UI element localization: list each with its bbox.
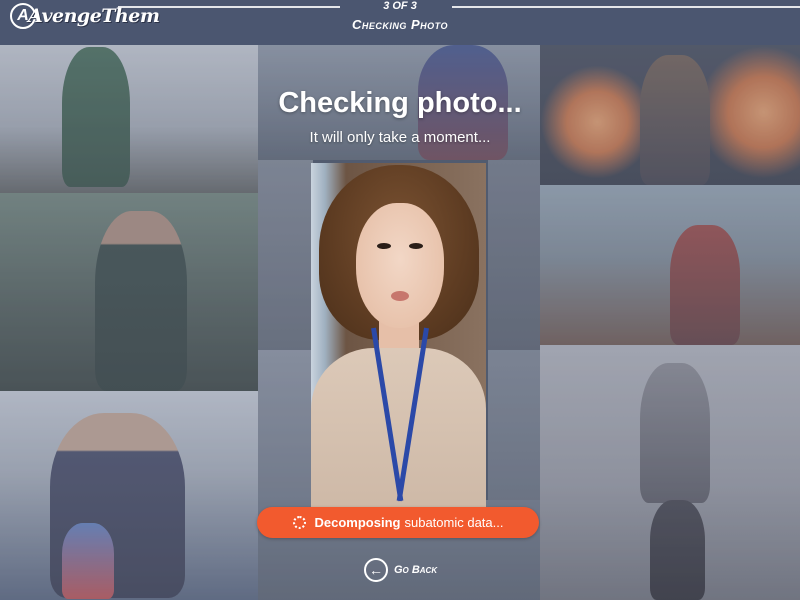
page-title: Checking photo... bbox=[278, 87, 522, 119]
status-strong-text: Decomposing bbox=[314, 515, 401, 530]
step-count: 3 OF 3 bbox=[383, 0, 417, 12]
go-back-button[interactable]: ← Go Back bbox=[364, 556, 437, 584]
go-back-label: Go Back bbox=[394, 564, 438, 576]
header-bar: A AvengeThem 3 OF 3 Checking Photo bbox=[0, 0, 800, 45]
arrow-left-icon: ← bbox=[364, 558, 388, 582]
uploaded-photo bbox=[311, 163, 486, 508]
status-banner: Decomposing subatomic data... bbox=[257, 507, 539, 538]
status-text: subatomic data... bbox=[404, 515, 504, 530]
page-subtitle: It will only take a moment... bbox=[309, 129, 491, 146]
spinner-icon bbox=[292, 516, 306, 529]
step-name: Checking Photo bbox=[351, 17, 448, 32]
